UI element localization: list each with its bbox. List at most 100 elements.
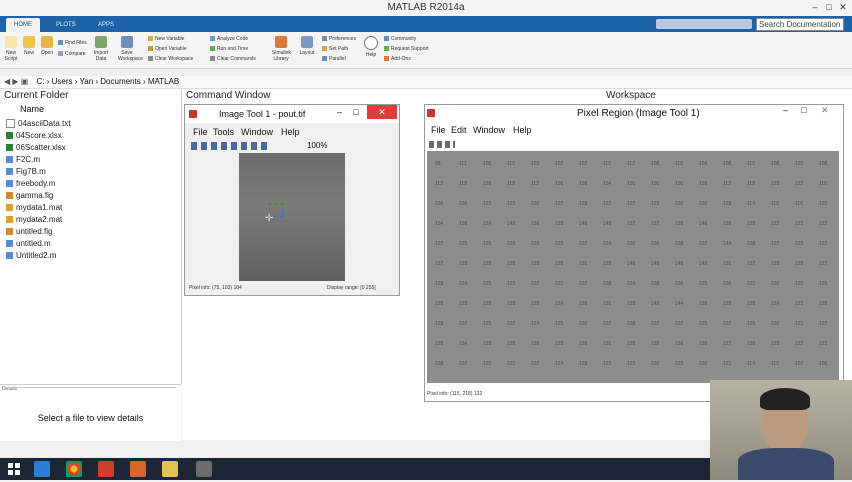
path-segment[interactable]: Yan [80,77,94,86]
matlab-icon [427,109,435,117]
run-and-time-button[interactable]: Run and Time [210,46,248,52]
analyze-code-button[interactable]: Analyze Code [210,36,248,42]
save-workspace-button[interactable]: Save Workspace [118,36,143,62]
folder-icon[interactable] [162,461,178,477]
search-input[interactable]: Search Documentation [756,18,844,31]
pixel-value: 133 [531,261,540,267]
find-files-button[interactable]: Find Files [58,40,87,46]
image-tool-window[interactable]: Image Tool 1 - pout.tif – □ ✕ File Tools… [184,104,400,296]
pixel-value: 130 [675,201,684,207]
file-item[interactable]: mydata2.mat [6,215,62,224]
close-icon[interactable]: ✕ [838,2,848,12]
pixel-value: 113 [435,181,443,187]
minimize-icon[interactable]: – [810,2,820,12]
file-item[interactable]: Untitled2.m [6,251,56,260]
pixel-region-toolbar[interactable] [429,141,455,148]
menu-tools[interactable]: Tools [213,127,234,137]
file-item[interactable]: 04asciiData.txt [6,119,70,129]
new-variable-button[interactable]: New Variable [148,36,184,42]
simulink-library-button[interactable]: Simulink Library [272,36,291,62]
file-item[interactable]: freebody.m [6,179,55,188]
matlab-icon[interactable] [130,461,146,477]
layout-button[interactable]: Layout [298,36,316,56]
tab-plots[interactable]: PLOTS [48,18,84,32]
name-column-header[interactable]: Name [20,104,44,114]
minimize-icon[interactable]: – [783,105,788,115]
pixel-value: 120 [795,161,804,167]
file-item[interactable]: 04Score.xlsx [6,131,62,140]
menu-window[interactable]: Window [241,127,273,137]
pixel-value: 126 [579,341,588,347]
pixel-value: 123 [627,361,636,367]
menu-file[interactable]: File [193,127,208,137]
help-button[interactable]: Help [362,36,380,58]
quick-access-toolbar[interactable] [656,19,752,29]
desktop-icon[interactable] [196,461,212,477]
set-path-button[interactable]: Set Path [322,46,348,52]
tab-home[interactable]: HOME [6,18,40,32]
menu-help[interactable]: Help [281,127,300,137]
chrome-icon[interactable] [66,461,82,477]
pixel-value: 132 [531,361,540,367]
pixel-value: 143 [603,221,612,227]
clear-workspace-button[interactable]: Clear Workspace [148,56,193,62]
open-button[interactable]: Open [38,36,56,56]
minimize-icon[interactable]: – [337,107,342,117]
file-item[interactable]: mydata1.mat [6,203,62,212]
file-item[interactable]: untitled.m [6,239,51,248]
clear-commands-button[interactable]: Clear Commands [210,56,256,62]
pixel-value: 140 [579,221,588,227]
parallel-button[interactable]: Parallel [322,56,346,62]
maximize-icon[interactable]: □ [353,107,358,117]
menu-file[interactable]: File [431,125,446,135]
request-support-button[interactable]: Request Support [384,46,429,52]
pixel-value: 100 [819,361,828,367]
open-variable-button[interactable]: Open Variable [148,46,187,52]
new-script-button[interactable]: New Script [2,36,20,62]
image-toolbar[interactable] [191,142,271,150]
file-item[interactable]: untitled.fig [6,227,52,236]
image-tool-titlebar[interactable]: Image Tool 1 - pout.tif – □ ✕ [185,105,399,123]
pixel-region-window[interactable]: Pixel Region (Image Tool 1) – □ ✕ File E… [424,104,844,402]
file-item[interactable]: 06Scatter.xlsx [6,143,66,152]
file-item[interactable]: Fig7B.m [6,167,46,176]
menu-window[interactable]: Window [473,125,505,135]
zoom-level[interactable]: 100% [307,141,327,150]
import-data-button[interactable]: Import Data [92,36,110,62]
path-segment[interactable]: C: [37,77,45,86]
close-button[interactable]: ✕ [367,105,397,119]
maximize-icon[interactable]: □ [801,105,806,115]
pixel-value: 100 [675,181,684,187]
tab-apps[interactable]: APPS [90,18,122,32]
details-panel: Details Select a file to view details [0,384,181,441]
compare-button[interactable]: Compare [58,51,86,57]
address-bar[interactable]: ◀ ▶ ▣ C: › Users › Yan › Documents › MAT… [0,76,852,89]
dropbox-icon[interactable] [34,461,50,477]
file-item[interactable]: gamma.fig [6,191,53,200]
path-segment[interactable]: MATLAB [148,77,179,86]
menu-edit[interactable]: Edit [451,125,467,135]
pixel-value-grid[interactable]: 98 111 105 110 103 102 102 110 112 108 118 104 108 11… [427,151,839,383]
path-segment[interactable]: Documents [100,77,140,86]
maximize-icon[interactable]: □ [824,2,834,12]
community-button[interactable]: Community [384,36,416,42]
photo-image[interactable] [239,153,345,281]
image-display-area[interactable]: ✛ [189,153,395,283]
pixel-value: 127 [435,241,444,247]
back-icon[interactable]: ◀ ▶ ▣ [4,77,28,86]
powerpoint-icon[interactable] [98,461,114,477]
file-item[interactable]: F2C.m [6,155,40,164]
start-icon[interactable] [6,461,22,477]
add-ons-button[interactable]: Add-Ons [384,56,411,62]
pixel-value: 136 [459,201,468,207]
ribbon: New Script New Open Find Files Compare I… [0,32,852,69]
menu-help[interactable]: Help [513,125,532,135]
close-icon[interactable]: ✕ [821,105,829,116]
preferences-button[interactable]: Preferences [322,36,356,42]
pixel-value: 120 [819,301,828,307]
path-segment[interactable]: Users [52,77,73,86]
new-button[interactable]: New [20,36,38,56]
pixel-value: 133 [459,261,468,267]
display-range: Display range: [0 255] [327,285,376,291]
ribbon-tab-bar: HOME PLOTS APPS [0,16,852,32]
